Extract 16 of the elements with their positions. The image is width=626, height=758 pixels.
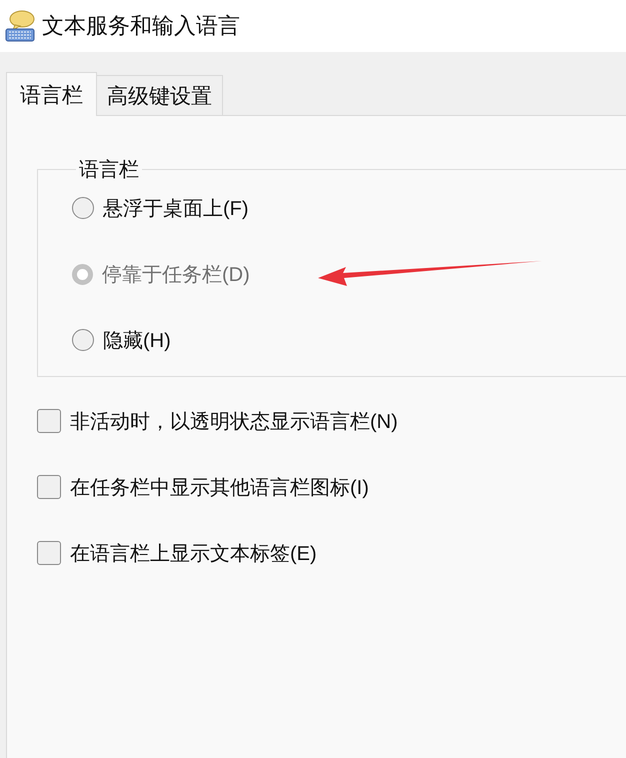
checkbox-label: 非活动时，以透明状态显示语言栏(N): [70, 410, 398, 434]
window-title: 文本服务和输入语言: [42, 12, 240, 40]
radio-label: 悬浮于桌面上(F): [103, 196, 249, 222]
tab[interactable]: 高级键设置: [97, 75, 223, 115]
radio-button[interactable]: [72, 197, 94, 219]
radio-label: 隐藏(H): [103, 328, 171, 354]
checkbox[interactable]: [37, 409, 61, 433]
radio-label: 停靠于任务栏(D): [102, 262, 250, 288]
tab[interactable]: 语言栏: [6, 72, 97, 116]
checkbox-label: 在语言栏上显示文本标签(E): [70, 542, 317, 566]
radio-button[interactable]: [72, 329, 94, 351]
checkbox-label: 在任务栏中显示其他语言栏图标(I): [70, 476, 369, 500]
keyboard-chat-icon: [5, 10, 35, 42]
checkbox[interactable]: [37, 475, 61, 499]
group-title: 语言栏: [78, 158, 140, 183]
checkbox[interactable]: [37, 541, 61, 565]
